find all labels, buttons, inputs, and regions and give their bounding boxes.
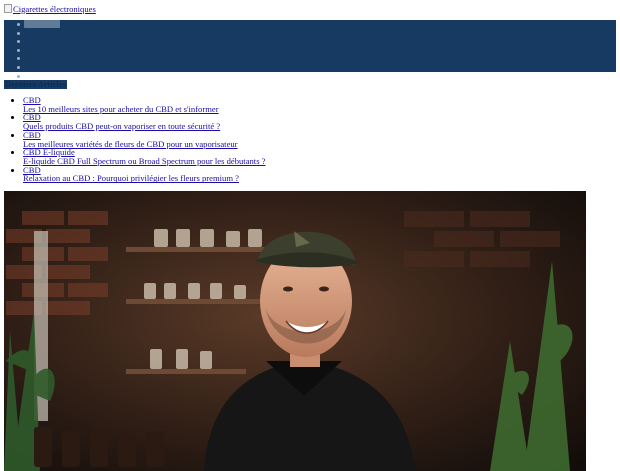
latest-articles-heading: Derniers Articles: [4, 80, 67, 89]
article-title-link[interactable]: Relaxation au CBD : Pourquoi privilégier…: [23, 174, 266, 183]
list-item: CBD Relaxation au CBD : Pourquoi privilé…: [11, 165, 266, 183]
nav-item-active-highlight[interactable]: [24, 20, 60, 28]
list-item: CBD E-liquide E-liquide CBD Full Spectru…: [11, 148, 266, 166]
list-item: CBD Les meilleures variétés de fleurs de…: [11, 130, 266, 148]
list-item: CBD Quels produits CBD peut-on vaporiser…: [11, 113, 266, 131]
hero-photo-illustration: [4, 191, 586, 471]
broken-image-icon: [4, 4, 12, 13]
article-title-link[interactable]: Les 10 meilleurs sites pour acheter du C…: [23, 104, 266, 114]
hero-image[interactable]: [4, 191, 586, 471]
latest-articles-list: CBD Les 10 meilleurs sites pour acheter …: [11, 96, 266, 183]
bullet-icon: [17, 23, 20, 26]
list-item: CBD Les 10 meilleurs sites pour acheter …: [11, 96, 266, 114]
bullet-icon: [17, 48, 20, 52]
bullet-icon: [17, 65, 20, 69]
site-logo-alt-text: Cigarettes électroniques: [13, 3, 96, 14]
article-title-link[interactable]: E-liquide CBD Full Spectrum ou Broad Spe…: [23, 157, 266, 166]
site-logo-link[interactable]: Cigarettes électroniques: [4, 3, 96, 14]
bullet-icon: [17, 57, 20, 61]
bullet-icon: [17, 74, 20, 78]
bullet-icon: [17, 40, 20, 44]
bullet-icon: [17, 31, 20, 35]
main-navigation: [4, 20, 616, 78]
article-title-link[interactable]: Quels produits CBD peut-on vaporiser en …: [23, 122, 266, 131]
